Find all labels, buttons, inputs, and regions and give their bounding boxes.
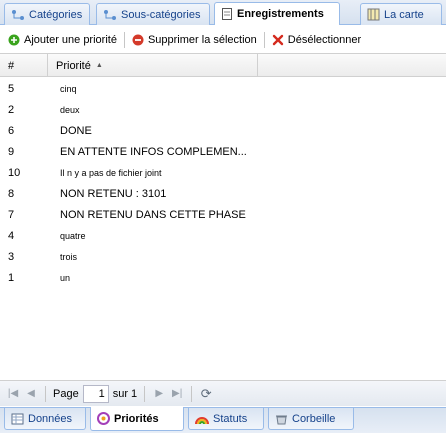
row-id: 5	[8, 82, 15, 95]
refresh-icon[interactable]: ⟳	[199, 386, 213, 401]
row-id: 8	[8, 187, 15, 200]
row-priorite: trois	[60, 251, 78, 262]
column-header-filler	[258, 54, 446, 77]
row-priorite: cinq	[60, 83, 77, 94]
table-row[interactable]: 7 NON RETENU DANS CETTE PHASE	[0, 204, 446, 225]
tab-enregistrements-label: Enregistrements	[237, 8, 324, 20]
column-header-id[interactable]: #	[0, 54, 48, 77]
tab-categories[interactable]: Catégories	[4, 3, 90, 25]
row-id: 7	[8, 208, 15, 221]
row-priorite: quatre	[60, 230, 86, 241]
category-icon	[12, 9, 24, 20]
grid-body: 5 cinq 2 deux 6 DONE 9 EN ATTENTE INFOS …	[0, 78, 446, 380]
close-icon	[272, 34, 283, 45]
toolbar: Ajouter une priorité Supprimer la sélect…	[0, 26, 446, 54]
table-row[interactable]: 10 Il n y a pas de fichier joint	[0, 162, 446, 183]
add-priority-label: Ajouter une priorité	[24, 33, 117, 46]
row-priorite: deux	[60, 104, 80, 115]
grid-header: # Priorité ▲	[0, 54, 446, 77]
table-row[interactable]: 3 trois	[0, 246, 446, 267]
row-priorite: NON RETENU DANS CETTE PHASE	[60, 208, 246, 221]
row-id: 4	[8, 229, 15, 242]
tab-priorites[interactable]: Priorités	[90, 407, 184, 431]
tab-enregistrements[interactable]: Enregistrements	[214, 2, 340, 25]
tab-sous-categories[interactable]: Sous-catégories	[96, 3, 210, 25]
row-id: 3	[8, 250, 15, 263]
tab-categories-label: Catégories	[29, 8, 83, 21]
document-icon	[222, 8, 232, 20]
tab-statuts-label: Statuts	[213, 412, 248, 425]
delete-selection-label: Supprimer la sélection	[147, 33, 257, 46]
top-tab-strip: Catégories Sous-catégories Enregistremen…	[0, 0, 446, 25]
paging-separator	[144, 385, 146, 402]
next-page-icon[interactable]: ▶	[152, 387, 166, 401]
add-priority-button[interactable]: Ajouter une priorité	[8, 34, 117, 46]
toolbar-separator	[263, 31, 265, 48]
row-priorite: EN ATTENTE INFOS COMPLEMEN...	[60, 145, 247, 158]
column-header-priorite[interactable]: Priorité ▲	[48, 54, 258, 77]
paging-toolbar: |◀ ◀ Page sur 1 ▶ ▶| ⟳	[0, 380, 446, 406]
tab-donnees-label: Données	[28, 412, 73, 425]
table-row[interactable]: 9 EN ATTENTE INFOS COMPLEMEN...	[0, 141, 446, 162]
bottom-tab-strip: Données Priorités Statuts Corbeille	[0, 407, 446, 433]
last-page-icon[interactable]: ▶|	[170, 387, 184, 401]
first-page-icon[interactable]: |◀	[6, 387, 20, 401]
row-id: 6	[8, 124, 15, 137]
table-row[interactable]: 8 NON RETENU : 3101	[0, 183, 446, 204]
paging-separator	[191, 385, 193, 402]
page-label: Page	[53, 387, 79, 400]
table-row[interactable]: 5 cinq	[0, 78, 446, 99]
tab-priorites-label: Priorités	[114, 412, 159, 425]
tab-donnees[interactable]: Données	[4, 408, 86, 430]
sort-ascending-icon: ▲	[95, 62, 103, 69]
table-row[interactable]: 1 un	[0, 267, 446, 288]
row-priorite: NON RETENU : 3101	[60, 187, 167, 200]
row-id: 9	[8, 145, 15, 158]
deselect-button[interactable]: Désélectionner	[272, 34, 361, 46]
tab-corbeille-label: Corbeille	[292, 412, 336, 425]
page-count-label: sur 1	[112, 387, 138, 400]
tab-statuts[interactable]: Statuts	[188, 408, 264, 430]
tab-la-carte-label: La carte	[384, 8, 424, 21]
table-row[interactable]: 4 quatre	[0, 225, 446, 246]
status-icon	[195, 416, 209, 424]
row-priorite: DONE	[60, 124, 92, 137]
remove-icon	[132, 34, 144, 45]
page-number-input[interactable]	[82, 384, 109, 403]
delete-selection-button[interactable]: Supprimer la sélection	[132, 34, 257, 46]
row-priorite: Il n y a pas de fichier joint	[60, 167, 162, 178]
table-row[interactable]: 6 DONE	[0, 120, 446, 141]
data-icon	[11, 413, 24, 424]
row-id: 10	[8, 166, 21, 179]
column-header-id-label: #	[8, 59, 15, 72]
deselect-label: Désélectionner	[287, 33, 362, 46]
column-header-priorite-label: Priorité	[56, 59, 91, 72]
previous-page-icon[interactable]: ◀	[24, 387, 38, 401]
toolbar-separator	[123, 31, 125, 48]
add-icon	[8, 34, 20, 45]
row-priorite: un	[60, 272, 71, 283]
paging-separator	[45, 385, 46, 402]
tab-sous-categories-label: Sous-catégories	[121, 8, 201, 21]
tab-corbeille[interactable]: Corbeille	[268, 408, 354, 430]
row-id: 1	[8, 271, 15, 284]
tab-la-carte[interactable]: La carte	[360, 3, 442, 25]
row-id: 2	[8, 103, 15, 116]
map-icon	[367, 8, 380, 21]
table-row[interactable]: 2 deux	[0, 99, 446, 120]
priority-icon	[97, 412, 110, 425]
trash-icon	[276, 415, 287, 424]
subcategory-icon	[104, 9, 116, 20]
